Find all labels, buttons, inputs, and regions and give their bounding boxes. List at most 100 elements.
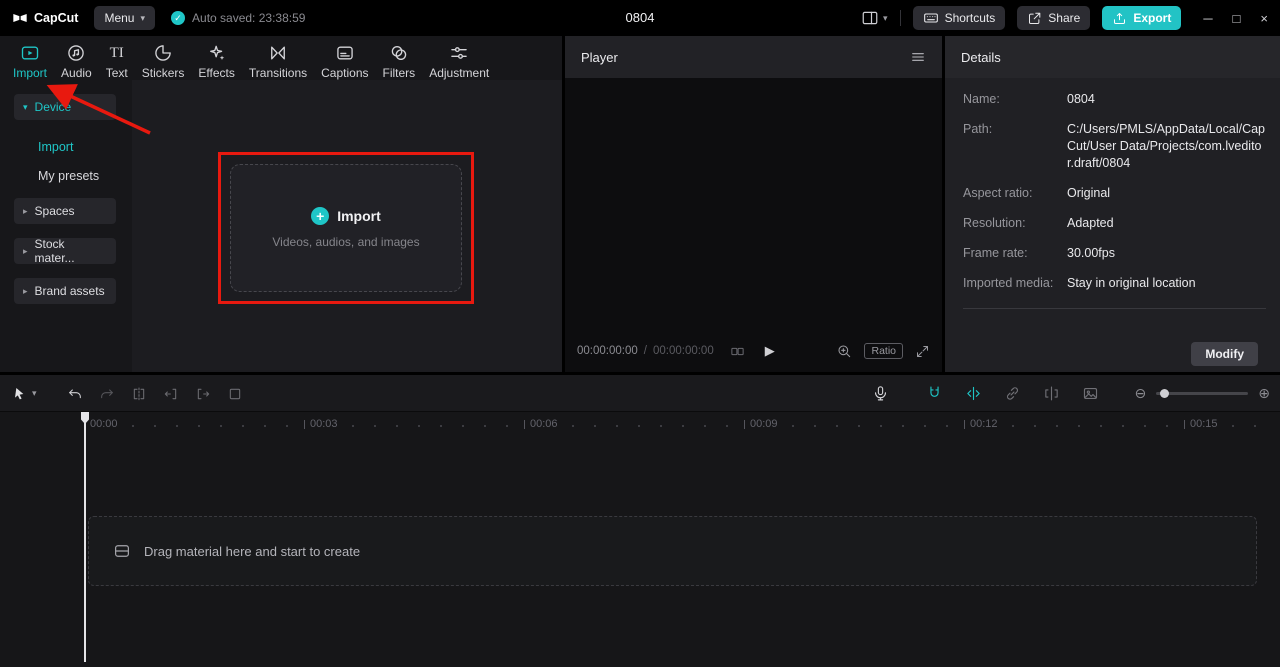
sidebar-item-import[interactable]: Import — [38, 140, 132, 154]
split-icon[interactable] — [131, 386, 147, 402]
sidebar-group-device[interactable]: ▾ Device — [14, 94, 116, 120]
tab-filters[interactable]: Filters — [376, 41, 423, 82]
hamburger-icon — [912, 53, 924, 61]
sidebar-group-brand-assets[interactable]: ▸ Brand assets — [14, 278, 116, 304]
detail-row-imported-media: Imported media: Stay in original locatio… — [963, 275, 1266, 292]
ratio-button[interactable]: Ratio — [864, 343, 903, 359]
auto-snap-icon[interactable] — [965, 385, 982, 402]
sidebar-label: Device — [34, 100, 72, 114]
autosave-text: Auto saved: 23:38:59 — [192, 11, 306, 25]
zoom-out-icon[interactable]: ⊖ — [1135, 385, 1147, 402]
tab-label: Adjustment — [429, 66, 490, 80]
select-tool-icon[interactable] — [12, 386, 28, 402]
detail-row-resolution: Resolution: Adapted — [963, 215, 1266, 232]
tab-audio[interactable]: Audio — [54, 41, 99, 82]
share-icon — [1029, 12, 1041, 24]
plus-glyph: + — [316, 208, 325, 224]
layout-panels-button[interactable]: ▾ — [861, 9, 888, 27]
tab-captions[interactable]: Captions — [314, 41, 375, 82]
player-panel-title: Player — [581, 49, 618, 65]
delete-right-icon[interactable] — [195, 386, 211, 402]
ruler-mark: 00:15 — [1184, 417, 1222, 431]
tab-label: Text — [105, 66, 128, 80]
timeline-zoom-slider[interactable] — [1156, 389, 1249, 398]
cloud-check-icon: ✓ — [171, 11, 186, 25]
preview-axis-icon[interactable] — [1043, 385, 1060, 402]
media-content-area: + Import Videos, audios, and images — [132, 80, 562, 372]
detail-label: Path: — [963, 122, 993, 136]
tab-transitions[interactable]: Transitions — [242, 41, 314, 82]
playhead[interactable] — [81, 412, 89, 662]
caret-right-icon: ▸ — [23, 285, 28, 296]
tab-effects[interactable]: Effects — [191, 41, 241, 82]
plus-circle-icon: + — [311, 207, 330, 225]
sidebar-label: Brand assets — [34, 284, 105, 298]
sidebar-item-my-presets[interactable]: My presets — [38, 169, 132, 183]
timeline-tracks: Drag material here and start to create — [0, 436, 1280, 667]
details-footer: Modify — [945, 336, 1280, 372]
caret-down-icon: ▾ — [23, 101, 28, 112]
sidebar-group-spaces[interactable]: ▸ Spaces — [14, 198, 116, 224]
details-panel: Details Name: 0804 Path: C:/Users/PMLS/A… — [945, 36, 1280, 372]
dropzone-subtitle: Videos, audios, and images — [272, 235, 420, 249]
redo-icon[interactable] — [99, 386, 115, 402]
media-icon — [113, 542, 131, 560]
detail-label: Aspect ratio: — [963, 186, 1033, 200]
share-button[interactable]: Share — [1017, 6, 1091, 30]
chevron-down-icon: ▾ — [140, 12, 146, 23]
ruler-mark: 00:06 — [524, 417, 562, 431]
fullscreen-icon[interactable] — [915, 344, 930, 359]
export-icon — [1114, 12, 1126, 24]
modify-button[interactable]: Modify — [1191, 342, 1258, 366]
linkage-icon[interactable] — [1004, 385, 1021, 402]
timeline-ruler[interactable]: 00:00 00:03 00:06 00:09 00:12 00:15 — [0, 412, 1280, 436]
sidebar-group-stock-materials[interactable]: ▸ Stock mater... — [14, 237, 116, 265]
record-voiceover-button[interactable] — [872, 375, 889, 412]
main-track-magnet-icon[interactable] — [926, 385, 943, 402]
check-glyph: ✓ — [174, 12, 182, 23]
autosave-status: ✓ Auto saved: 23:38:59 — [171, 11, 305, 25]
undo-icon[interactable] — [67, 386, 83, 402]
minimize-button[interactable]: ─ — [1203, 11, 1212, 26]
shortcuts-label: Shortcuts — [944, 11, 996, 25]
timeline-drop-area[interactable]: Drag material here and start to create — [88, 516, 1257, 586]
zoom-in-icon[interactable]: ⊕ — [1258, 385, 1270, 402]
preview-zoom-icon[interactable] — [836, 343, 852, 359]
details-body: Name: 0804 Path: C:/Users/PMLS/AppData/L… — [945, 78, 1280, 336]
filters-icon — [389, 43, 409, 63]
text-icon: TI — [109, 45, 124, 61]
timeline-placeholder-text: Drag material here and start to create — [144, 543, 361, 559]
delete-left-icon[interactable] — [163, 386, 179, 402]
tab-label: Effects — [198, 66, 235, 80]
frame-grid-icon[interactable] — [730, 344, 745, 359]
timecode-total: 00:00:00:00 — [652, 345, 714, 357]
import-dropzone[interactable]: + Import Videos, audios, and images — [230, 164, 462, 292]
ruler-mark: 00:12 — [964, 417, 1002, 431]
detail-value: Adapted — [1067, 216, 1114, 230]
show-cover-icon[interactable] — [1082, 385, 1099, 402]
zoom-slider-knob[interactable] — [1160, 389, 1170, 398]
player-controls: 00:00:00:00 / 00:00:00:00 ▶ Ratio — [565, 330, 942, 372]
select-tool-dropdown-icon[interactable]: ▾ — [32, 388, 37, 399]
close-button[interactable]: × — [1260, 11, 1268, 26]
keyboard-icon — [923, 13, 938, 23]
menu-button[interactable]: Menu ▾ — [94, 6, 156, 30]
tab-import[interactable]: Import — [6, 41, 54, 82]
tab-label: Transitions — [248, 66, 308, 80]
tab-text[interactable]: TI Text — [99, 41, 135, 82]
detail-label: Frame rate: — [963, 246, 1028, 260]
detail-value: Stay in original location — [1067, 276, 1196, 290]
divider — [899, 10, 901, 26]
export-button[interactable]: Export — [1102, 6, 1182, 30]
menu-label: Menu — [104, 11, 135, 25]
player-menu-button[interactable] — [910, 49, 926, 65]
play-button[interactable]: ▶ — [765, 343, 775, 359]
shortcuts-button[interactable]: Shortcuts — [912, 6, 1006, 30]
caret-right-icon: ▸ — [23, 205, 28, 216]
adjustment-icon — [449, 43, 469, 63]
crop-icon[interactable] — [227, 386, 243, 402]
tab-stickers[interactable]: Stickers — [135, 41, 192, 82]
tab-adjustment[interactable]: Adjustment — [422, 41, 496, 82]
maximize-button[interactable]: □ — [1233, 11, 1241, 26]
detail-value: 30.00fps — [1067, 246, 1115, 260]
